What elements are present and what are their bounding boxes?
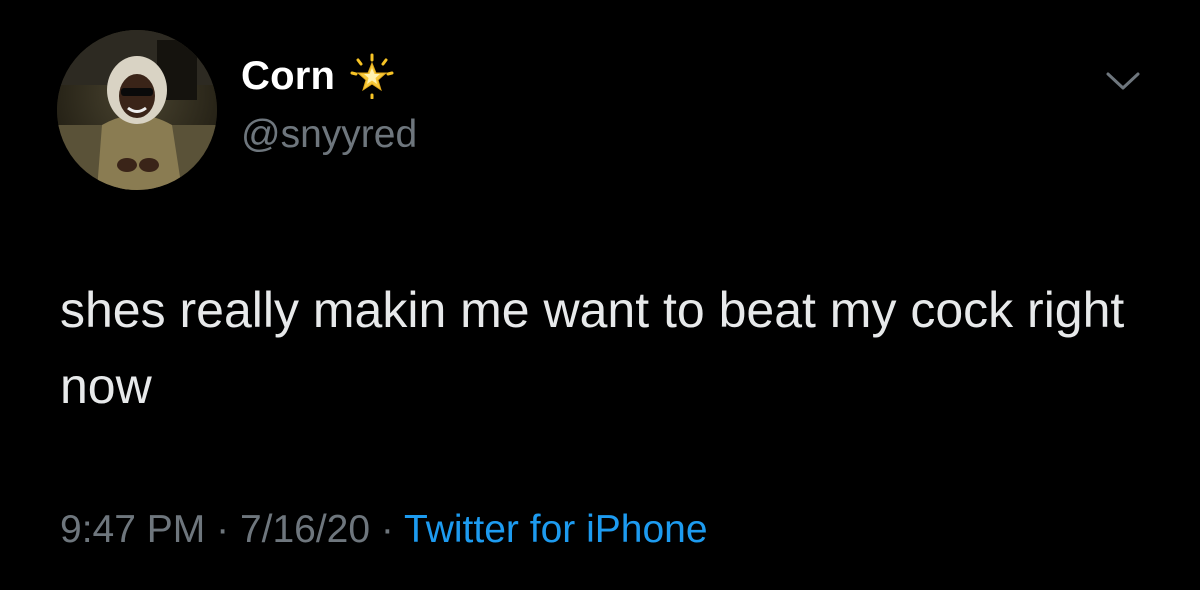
- avatar[interactable]: [57, 30, 217, 190]
- tweet-text: shes really makin me want to beat my coc…: [60, 282, 1125, 414]
- tweet-date[interactable]: 7/16/20: [240, 508, 370, 551]
- glowing-star-icon: [349, 53, 395, 100]
- separator: ·: [380, 508, 394, 551]
- tweet-source-link[interactable]: Twitter for iPhone: [404, 508, 707, 551]
- separator: ·: [216, 508, 230, 551]
- chevron-down-icon[interactable]: [1104, 68, 1142, 94]
- tweet-metadata: 9:47 PM · 7/16/20 · Twitter for iPhone: [60, 505, 708, 555]
- display-name[interactable]: Corn: [241, 52, 335, 100]
- tweet: Corn @snyyred shes really makin me want …: [0, 0, 1200, 590]
- tweet-time[interactable]: 9:47 PM: [60, 508, 205, 551]
- name-row: Corn: [241, 52, 395, 100]
- user-handle[interactable]: @snyyred: [241, 111, 417, 159]
- profile-photo-icon: [57, 30, 217, 190]
